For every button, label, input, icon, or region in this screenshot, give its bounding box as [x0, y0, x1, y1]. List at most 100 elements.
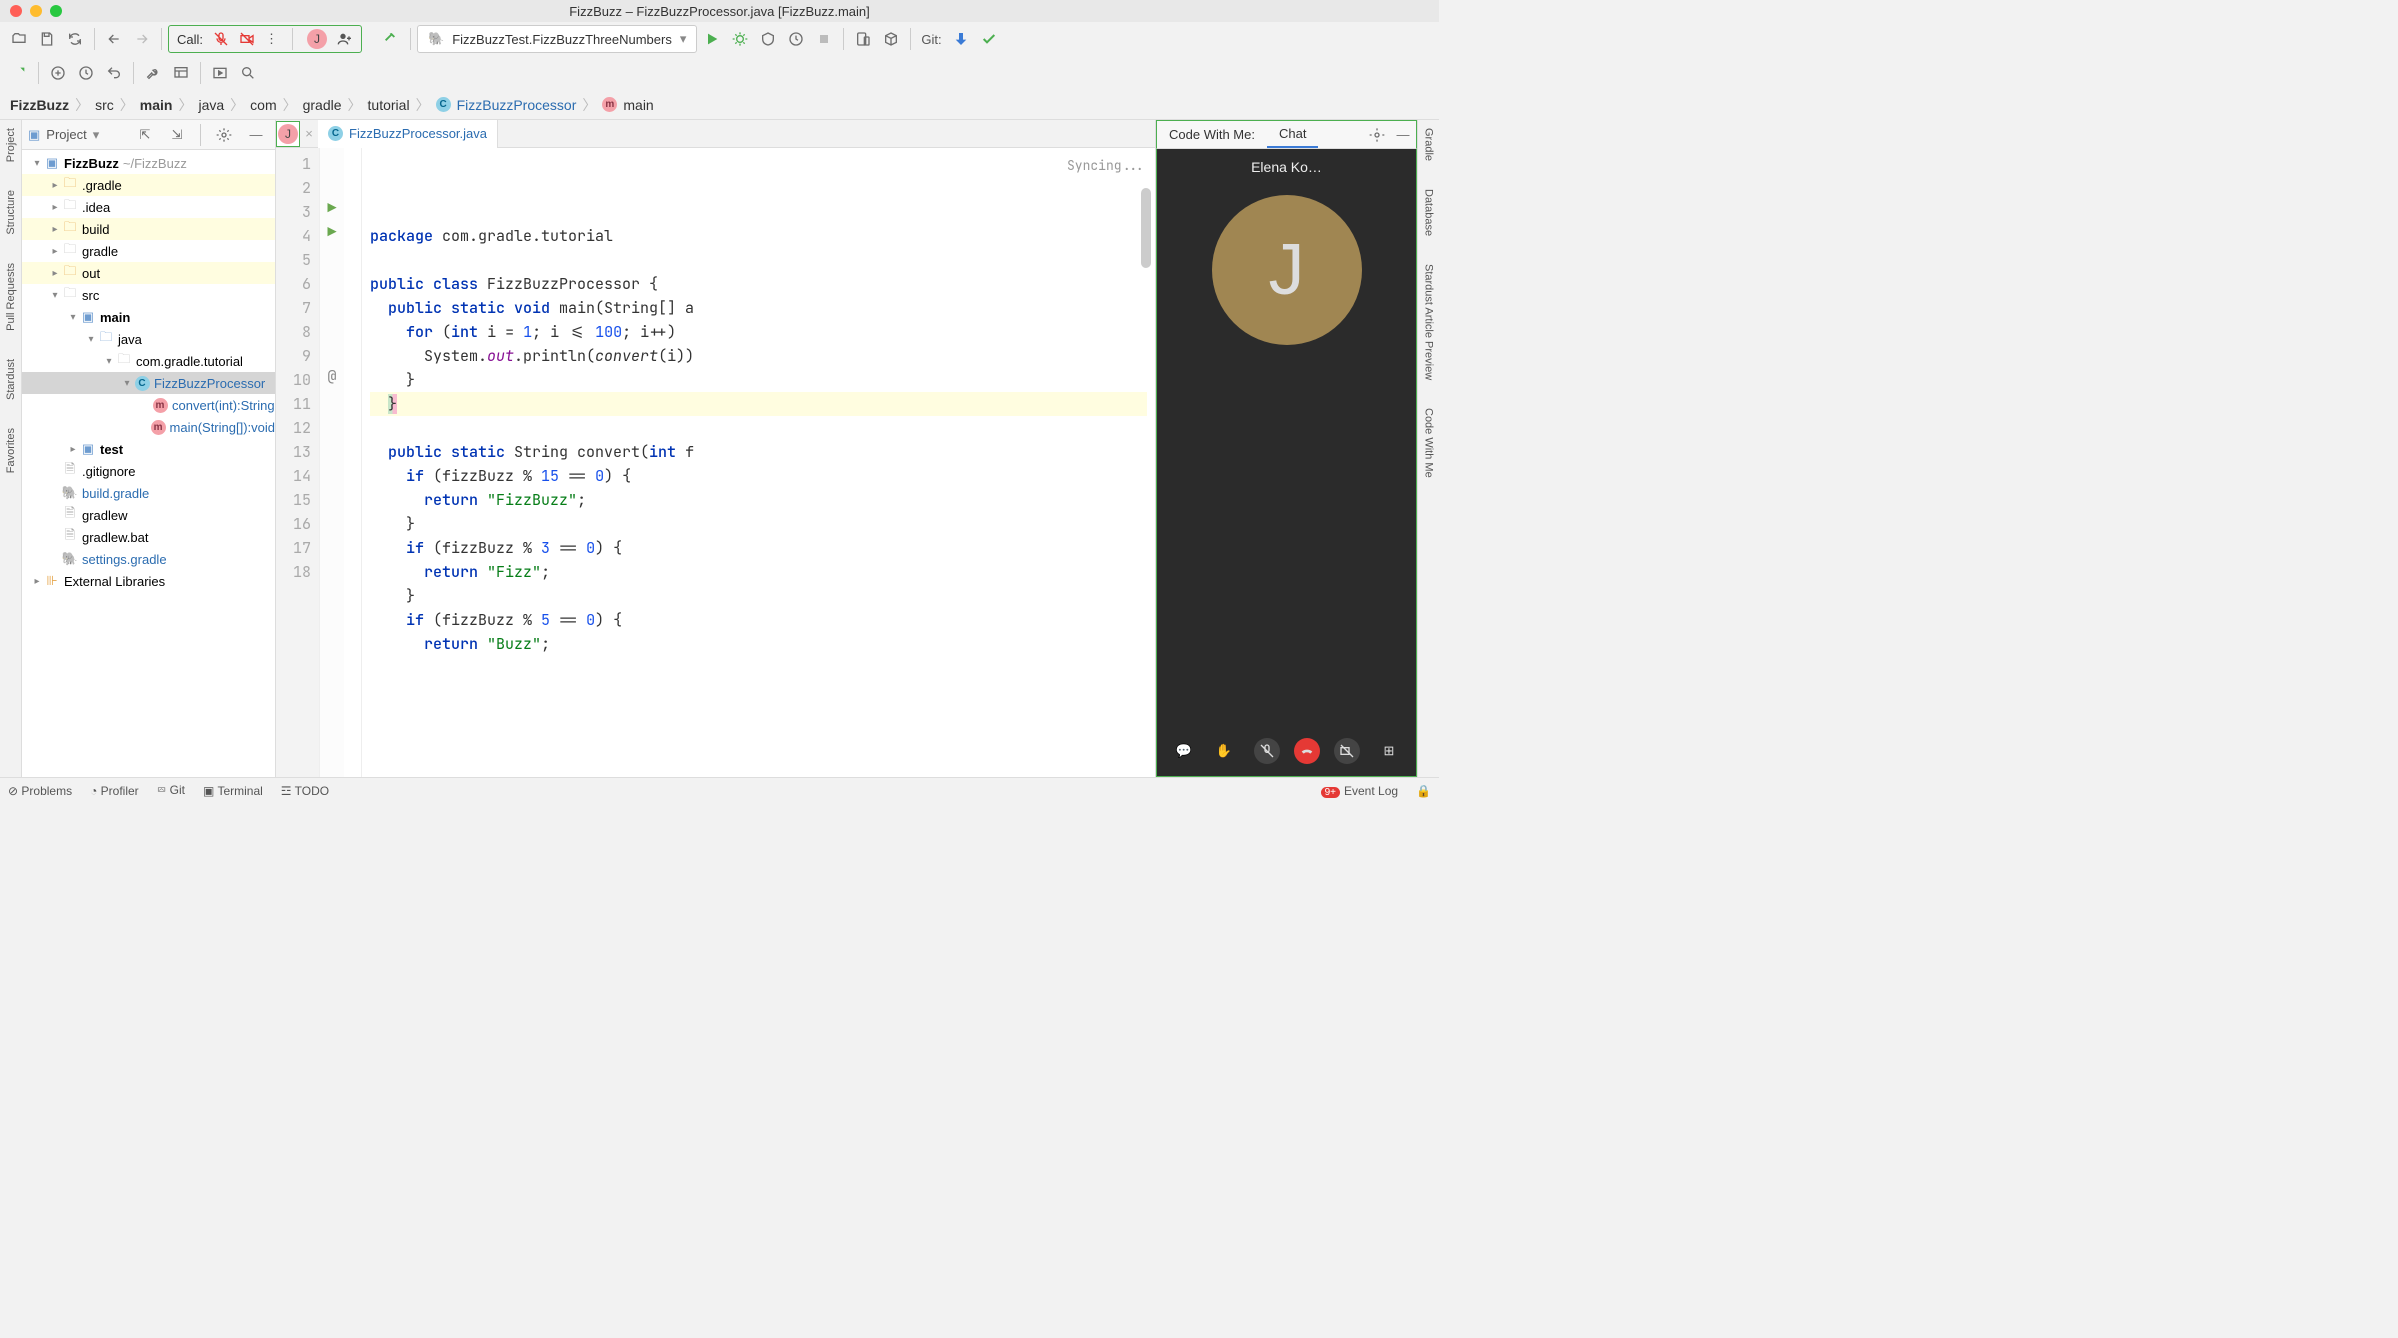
tree-node[interactable]: 🗎gradlew — [22, 504, 275, 526]
status-todo[interactable]: ☲ TODO — [281, 784, 329, 798]
debug-icon[interactable] — [727, 26, 753, 52]
coverage-icon[interactable] — [755, 26, 781, 52]
tree-node[interactable]: ▾🗀java — [22, 328, 275, 350]
git-commit-icon[interactable] — [976, 26, 1002, 52]
camera-off-icon[interactable] — [1334, 738, 1360, 764]
project-tree[interactable]: ▾▣FizzBuzz~/FizzBuzz▸🗀.gradle▸🗀.idea▸🗀bu… — [22, 150, 275, 777]
open-icon[interactable] — [6, 26, 32, 52]
tree-node[interactable]: ▸🗀build — [22, 218, 275, 240]
tree-node[interactable]: mconvert(int):String — [22, 394, 275, 416]
breadcrumb-item[interactable]: com — [250, 97, 276, 113]
code-area[interactable]: 123456789101112131415161718 ▶▶ @ Syncing… — [276, 148, 1155, 777]
mic-off-icon[interactable] — [213, 31, 229, 47]
tree-node[interactable]: ▸🗀.gradle — [22, 174, 275, 196]
hangup-icon[interactable] — [1294, 738, 1320, 764]
layout-icon[interactable] — [168, 60, 194, 86]
wrench-icon[interactable] — [140, 60, 166, 86]
tree-node[interactable]: 🗎gradlew.bat — [22, 526, 275, 548]
collapse-icon[interactable]: ⇱ — [132, 122, 158, 148]
breadcrumb-item[interactable]: gradle — [303, 97, 342, 113]
save-icon[interactable] — [34, 26, 60, 52]
sidetab-favorites[interactable]: Favorites — [5, 424, 17, 477]
tree-node[interactable]: ▾CFizzBuzzProcessor — [22, 372, 275, 394]
sidetab-stardust-article-preview[interactable]: Stardust Article Preview — [1423, 260, 1435, 384]
profile-icon[interactable] — [783, 26, 809, 52]
editor-tab[interactable]: C FizzBuzzProcessor.java — [318, 120, 498, 148]
run-config-selector[interactable]: 🐘 FizzBuzzTest.FizzBuzzThreeNumbers ▾ — [417, 25, 697, 53]
more-icon[interactable]: ⋮ — [265, 31, 278, 47]
tree-node[interactable]: ▸▣test — [22, 438, 275, 460]
stop-icon[interactable] — [811, 26, 837, 52]
breadcrumb-item[interactable]: java — [198, 97, 224, 113]
hand-icon[interactable]: ✋ — [1211, 738, 1237, 764]
tree-node[interactable]: 🐘build.gradle — [22, 482, 275, 504]
chat-icon[interactable]: 💬 — [1171, 738, 1197, 764]
tree-node[interactable]: mmain(String[]):void — [22, 416, 275, 438]
stop-follow-icon[interactable]: × — [300, 126, 318, 141]
camera-off-icon[interactable] — [239, 31, 255, 47]
add-participant-icon[interactable] — [337, 31, 353, 47]
minimize-window-button[interactable] — [30, 5, 42, 17]
device-icon[interactable] — [850, 26, 876, 52]
sidetab-gradle[interactable]: Gradle — [1423, 124, 1435, 165]
undo-icon[interactable] — [101, 60, 127, 86]
tree-node[interactable]: ▾🗀src — [22, 284, 275, 306]
tree-node[interactable]: ▾🗀com.gradle.tutorial — [22, 350, 275, 372]
status-lock-icon[interactable]: 🔒 — [1416, 784, 1431, 798]
chevron-down-icon[interactable]: ▾ — [93, 127, 100, 143]
git-update-icon[interactable] — [948, 26, 974, 52]
tree-node[interactable]: ▸🗀gradle — [22, 240, 275, 262]
tree-node[interactable]: ▸🗀.idea — [22, 196, 275, 218]
status-git[interactable]: ⮹ Git — [157, 783, 185, 798]
zoom-window-button[interactable] — [50, 5, 62, 17]
refresh-icon[interactable] — [62, 26, 88, 52]
sidetab-project[interactable]: Project — [5, 124, 17, 166]
breadcrumb-item[interactable]: FizzBuzzProcessor — [457, 97, 577, 113]
add-icon[interactable] — [45, 60, 71, 86]
close-window-button[interactable] — [10, 5, 22, 17]
breadcrumb-item[interactable]: main — [623, 97, 653, 113]
expand-icon[interactable]: ⇲ — [164, 122, 190, 148]
status-problems[interactable]: ⊘ Problems — [8, 784, 72, 798]
status-event-log[interactable]: 9+Event Log — [1321, 784, 1398, 798]
tree-node[interactable]: ▸⊪External Libraries — [22, 570, 275, 592]
forward-icon[interactable] — [129, 26, 155, 52]
tree-node[interactable]: ▸🗀out — [22, 262, 275, 284]
breadcrumb-item[interactable]: src — [95, 97, 114, 113]
participant-avatar[interactable]: J — [307, 29, 327, 49]
grid-icon[interactable]: ⊞ — [1376, 738, 1402, 764]
breadcrumb-item[interactable]: tutorial — [368, 97, 410, 113]
following-avatar[interactable]: J — [276, 121, 300, 147]
sidetab-stardust[interactable]: Stardust — [5, 355, 17, 404]
gear-icon[interactable] — [1364, 122, 1390, 148]
hammer-build-icon[interactable] — [378, 26, 404, 52]
project-view-title[interactable]: Project — [46, 127, 86, 142]
hide-icon[interactable]: — — [1390, 122, 1416, 148]
tree-node[interactable]: 🐘settings.gradle — [22, 548, 275, 570]
sidetab-database[interactable]: Database — [1423, 185, 1435, 240]
search-icon[interactable] — [235, 60, 261, 86]
mic-off-icon[interactable] — [1254, 738, 1280, 764]
scrollbar-thumb[interactable] — [1141, 188, 1151, 268]
status-profiler[interactable]: ◔ Profiler — [90, 784, 139, 798]
tab-chat[interactable]: Chat — [1267, 121, 1318, 148]
sidetab-pull-requests[interactable]: Pull Requests — [5, 259, 17, 335]
run-icon[interactable] — [699, 26, 725, 52]
cwm-label: Code With Me: — [1157, 121, 1267, 148]
status-terminal[interactable]: ▣ Terminal — [203, 784, 263, 798]
breadcrumb-item[interactable]: main — [140, 97, 173, 113]
hide-icon[interactable]: — — [243, 122, 269, 148]
tree-node[interactable]: ▾▣main — [22, 306, 275, 328]
code-content[interactable]: Syncing... package com.gradle.tutorial p… — [362, 148, 1155, 777]
package-icon[interactable] — [878, 26, 904, 52]
sidetab-code-with-me[interactable]: Code With Me — [1423, 404, 1435, 482]
expand-icon[interactable] — [6, 60, 32, 86]
history-icon[interactable] — [73, 60, 99, 86]
tree-node[interactable]: ▾▣FizzBuzz~/FizzBuzz — [22, 152, 275, 174]
run-file-icon[interactable] — [207, 60, 233, 86]
tree-node[interactable]: 🗎.gitignore — [22, 460, 275, 482]
back-icon[interactable] — [101, 26, 127, 52]
breadcrumb-item[interactable]: FizzBuzz — [10, 97, 69, 113]
gear-icon[interactable] — [211, 122, 237, 148]
sidetab-structure[interactable]: Structure — [5, 186, 17, 239]
